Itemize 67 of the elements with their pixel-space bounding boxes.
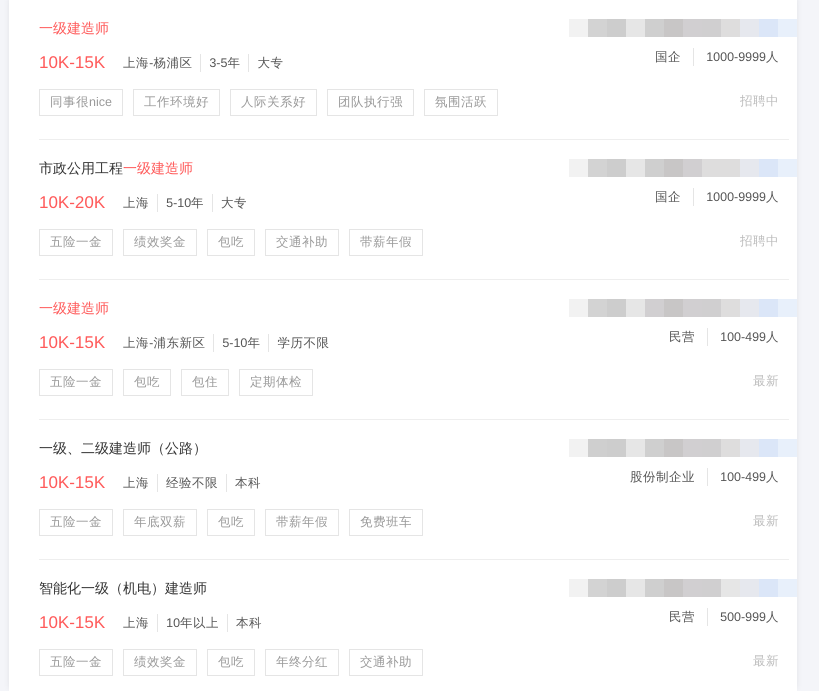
salary-text: 10K-15K bbox=[39, 332, 106, 354]
salary-text: 10K-15K bbox=[39, 612, 106, 634]
job-status-text: 招聘中 bbox=[740, 93, 779, 110]
company-size-text: 1000-9999人 bbox=[693, 188, 779, 206]
benefit-tag: 五险一金 bbox=[39, 229, 113, 256]
blurred-company-name[interactable] bbox=[569, 439, 797, 457]
job-meta-text: 经验不限 bbox=[157, 474, 226, 492]
job-status-text: 最新 bbox=[753, 513, 779, 530]
benefit-tag: 绩效奖金 bbox=[123, 649, 197, 676]
benefit-tag: 带薪年假 bbox=[349, 229, 423, 256]
job-meta-text: 本科 bbox=[226, 474, 270, 492]
job-meta-text: 学历不限 bbox=[268, 334, 338, 352]
company-size-text: 1000-9999人 bbox=[693, 48, 779, 66]
job-meta-text: 5-10年 bbox=[157, 194, 212, 212]
benefit-tag: 免费班车 bbox=[349, 509, 423, 536]
salary-text: 10K-20K bbox=[39, 192, 106, 214]
benefit-tag: 包吃 bbox=[207, 229, 255, 256]
job-meta-text: 大专 bbox=[248, 54, 292, 72]
benefit-tag: 氛围活跃 bbox=[424, 89, 498, 116]
company-type-text: 民营 bbox=[669, 328, 696, 346]
job-status-text: 最新 bbox=[753, 653, 779, 670]
job-meta-text: 10年以上 bbox=[157, 614, 228, 632]
benefit-tag: 定期体检 bbox=[239, 369, 313, 396]
blurred-company-name[interactable] bbox=[569, 159, 797, 177]
salary-text: 10K-15K bbox=[39, 52, 106, 74]
benefit-tag: 绩效奖金 bbox=[123, 229, 197, 256]
benefit-tag: 人际关系好 bbox=[230, 89, 317, 116]
job-meta-text: 3-5年 bbox=[200, 54, 248, 72]
salary-text: 10K-15K bbox=[39, 472, 106, 494]
job-meta-text: 5-10年 bbox=[213, 334, 268, 352]
benefit-tag: 年终分红 bbox=[265, 649, 339, 676]
job-title[interactable]: 智能化一级（机电）建造师 bbox=[39, 578, 207, 598]
benefit-tag: 团队执行强 bbox=[326, 89, 414, 116]
benefit-tag: 五险一金 bbox=[39, 509, 113, 536]
benefit-tag: 包吃 bbox=[123, 369, 171, 396]
blurred-company-name[interactable] bbox=[569, 299, 797, 317]
company-size-text: 100-499人 bbox=[707, 468, 779, 486]
blurred-company-name[interactable] bbox=[569, 579, 797, 597]
benefit-tag: 带薪年假 bbox=[265, 509, 339, 536]
blurred-company-name[interactable] bbox=[569, 19, 797, 37]
benefit-tag: 五险一金 bbox=[39, 649, 113, 676]
company-type-text: 民营 bbox=[669, 608, 696, 626]
company-type-text: 股份制企业 bbox=[630, 468, 696, 486]
job-status-text: 最新 bbox=[753, 373, 779, 390]
benefit-tag: 包吃 bbox=[207, 649, 255, 676]
job-meta-text: 本科 bbox=[227, 614, 270, 632]
benefit-tag: 包住 bbox=[181, 369, 229, 396]
benefit-tag: 同事很nice bbox=[39, 89, 123, 116]
company-type-text: 国企 bbox=[655, 188, 682, 206]
benefit-tag: 工作环境好 bbox=[132, 89, 220, 116]
benefit-tag: 交通补助 bbox=[265, 229, 339, 256]
benefit-tag: 年底双薪 bbox=[123, 509, 197, 536]
company-size-text: 100-499人 bbox=[707, 328, 779, 346]
job-status-text: 招聘中 bbox=[740, 233, 779, 250]
job-title[interactable]: 市政公用工程 bbox=[39, 158, 123, 178]
benefit-tag: 交通补助 bbox=[349, 649, 423, 676]
company-type-text: 国企 bbox=[655, 48, 682, 66]
benefit-tag: 包吃 bbox=[207, 509, 255, 536]
benefit-tag: 五险一金 bbox=[39, 369, 113, 396]
job-meta-text: 上海-杨浦区 bbox=[123, 54, 194, 72]
job-meta-text: 上海-浦东新区 bbox=[123, 334, 206, 352]
company-size-text: 500-999人 bbox=[707, 608, 779, 626]
job-meta-text: 上海 bbox=[123, 614, 150, 632]
job-meta-text: 上海 bbox=[123, 474, 150, 492]
job-meta-text: 大专 bbox=[212, 194, 256, 212]
job-meta-text: 上海 bbox=[123, 194, 150, 212]
job-title[interactable]: 一级、二级建造师（公路） bbox=[39, 438, 207, 458]
